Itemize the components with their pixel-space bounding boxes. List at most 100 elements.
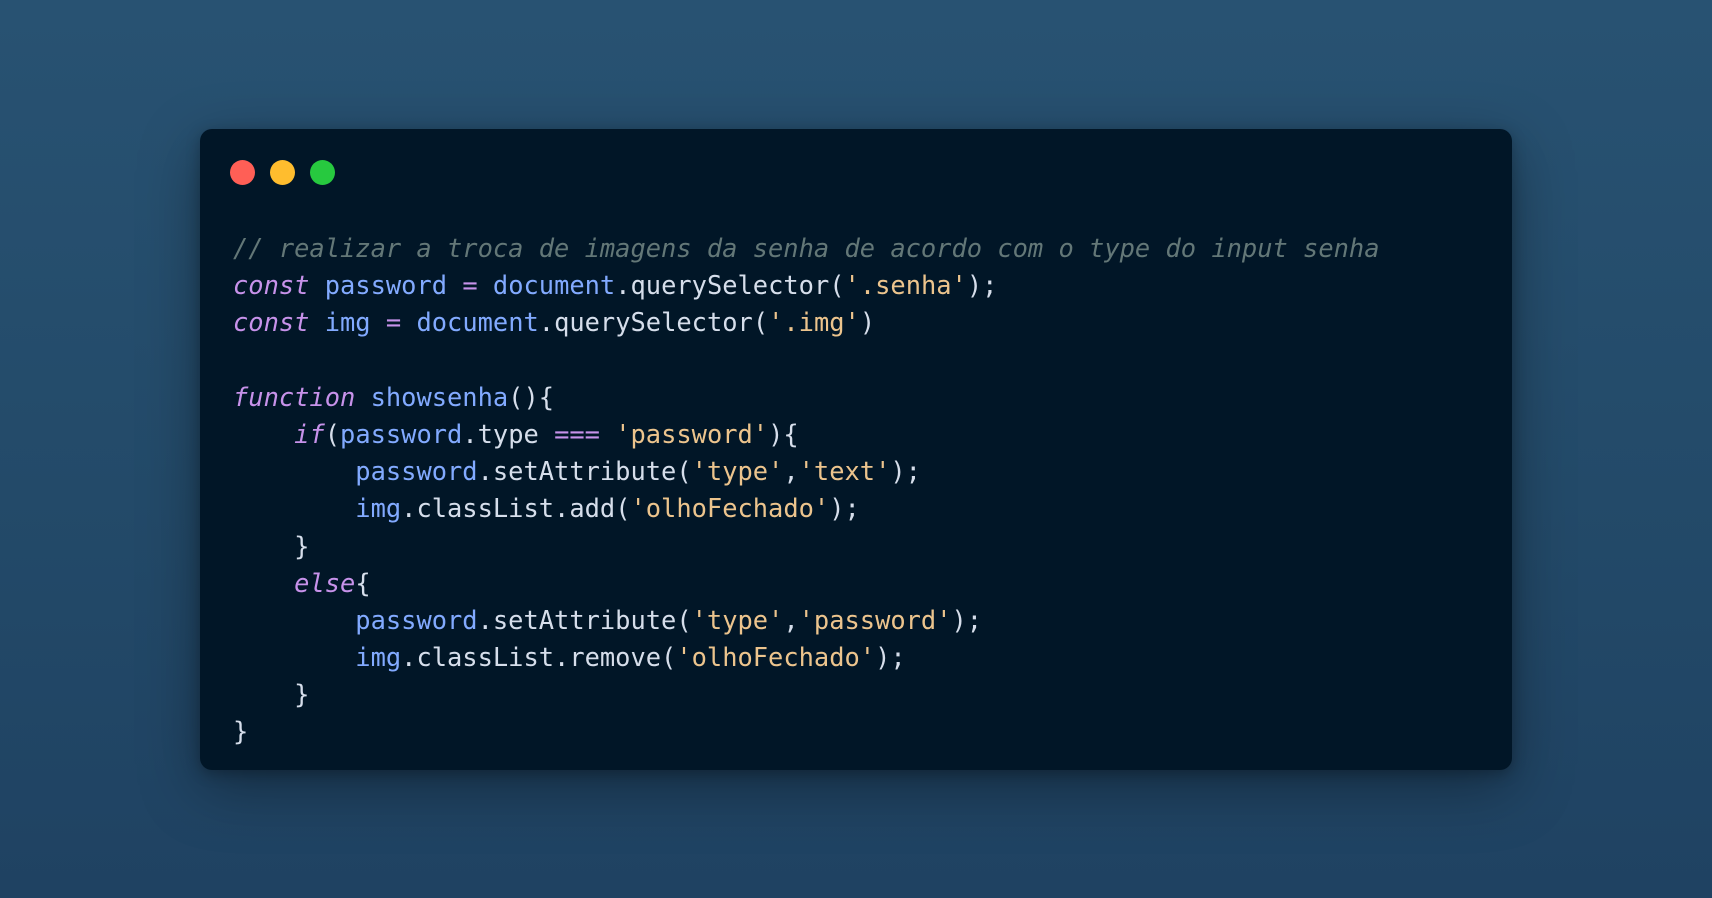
code-identifier: setAttribute	[492, 604, 677, 635]
code-string: '.img'	[768, 307, 860, 338]
code-variable: password	[324, 270, 448, 301]
code-punctuation: .	[477, 604, 493, 635]
code-punctuation: .	[401, 642, 417, 673]
code-identifier: setAttribute	[492, 456, 677, 487]
code-line: }	[233, 676, 1379, 713]
code-punctuation: .	[477, 456, 493, 487]
code-line: img.classList.add('olhoFechado');	[233, 490, 1379, 527]
code-window: // realizar a troca de imagens da senha …	[200, 129, 1512, 770]
code-punctuation: )	[859, 307, 876, 338]
code-punctuation: (	[676, 456, 692, 487]
code-punctuation: (){	[508, 381, 555, 412]
code-line: password.setAttribute('type','password')…	[233, 602, 1379, 639]
code-punctuation: (	[752, 307, 769, 338]
code-comment: // realizar a troca de imagens da senha …	[233, 233, 1380, 263]
code-punctuation: }	[233, 716, 249, 747]
close-window-button[interactable]	[230, 160, 255, 185]
code-punctuation: );	[951, 604, 983, 635]
code-line: if(password.type === 'password'){	[233, 416, 1379, 453]
code-identifier: add	[569, 493, 616, 524]
code-punctuation: }	[294, 679, 310, 710]
code-string: 'type'	[691, 604, 784, 635]
code-string: 'password'	[798, 604, 952, 635]
code-punctuation: ,	[783, 456, 799, 487]
code-operator: =	[385, 307, 402, 338]
code-punctuation: );	[829, 493, 860, 524]
code-line: }	[233, 528, 1379, 565]
code-variable: document	[492, 270, 616, 301]
code-line: ​	[233, 342, 1379, 379]
code-punctuation: );	[966, 270, 998, 301]
code-variable: password	[340, 418, 463, 449]
code-variable: img	[355, 642, 402, 673]
code-punctuation: .	[462, 418, 478, 449]
code-punctuation: }	[294, 530, 310, 561]
code-line: password.setAttribute('type','text');	[233, 453, 1379, 490]
code-punctuation: .	[401, 493, 417, 524]
code-punctuation: ,	[783, 604, 799, 635]
code-operator: ===	[554, 418, 600, 449]
code-punctuation: .	[554, 493, 570, 524]
code-line: function showsenha(){	[233, 379, 1379, 416]
code-variable: img	[324, 307, 371, 338]
code-keyword: const	[233, 307, 310, 338]
code-string: 'type'	[691, 456, 784, 487]
code-variable: img	[355, 493, 402, 524]
code-punctuation: (	[615, 493, 631, 524]
code-variable: password	[355, 604, 478, 635]
code-punctuation: ){	[768, 418, 799, 449]
code-punctuation: (	[676, 604, 692, 635]
code-identifier: classList	[416, 493, 555, 524]
code-punctuation: );	[890, 456, 921, 487]
code-punctuation: .	[538, 307, 555, 338]
code-line: // realizar a troca de imagens da senha …	[233, 230, 1379, 267]
code-line: }	[233, 713, 1379, 750]
code-string: '.senha'	[844, 270, 967, 301]
code-punctuation: (	[829, 270, 845, 301]
code-variable: password	[355, 456, 478, 487]
code-line: img.classList.remove('olhoFechado');	[233, 639, 1379, 676]
code-identifier: remove	[569, 642, 662, 673]
code-identifier: querySelector	[554, 307, 753, 338]
minimize-window-button[interactable]	[270, 160, 295, 185]
code-identifier: querySelector	[630, 270, 830, 301]
code-line: const img = document.querySelector('.img…	[233, 304, 1379, 341]
window-controls	[230, 160, 335, 185]
code-line: else{	[233, 565, 1379, 602]
code-string: 'olhoFechado'	[630, 493, 830, 524]
code-variable: document	[416, 307, 539, 338]
code-line: const password = document.querySelector(…	[233, 267, 1379, 304]
code-operator: =	[462, 270, 478, 301]
code-string: 'olhoFechado'	[676, 642, 876, 673]
code-keyword: const	[233, 270, 310, 301]
code-punctuation: (	[661, 642, 677, 673]
code-punctuation: {	[355, 567, 371, 598]
code-string: 'text'	[798, 456, 891, 487]
code-keyword: if	[294, 418, 325, 449]
code-punctuation: (	[324, 418, 341, 449]
code-keyword: else	[294, 567, 356, 598]
code-function-name: showsenha	[370, 381, 509, 412]
code-keyword: function	[233, 381, 356, 412]
code-identifier: classList	[416, 642, 555, 673]
code-string: 'password'	[615, 418, 769, 449]
code-block: // realizar a troca de imagens da senha …	[233, 230, 1379, 751]
zoom-window-button[interactable]	[310, 160, 335, 185]
code-identifier: type	[477, 418, 539, 449]
code-punctuation: .	[554, 642, 570, 673]
